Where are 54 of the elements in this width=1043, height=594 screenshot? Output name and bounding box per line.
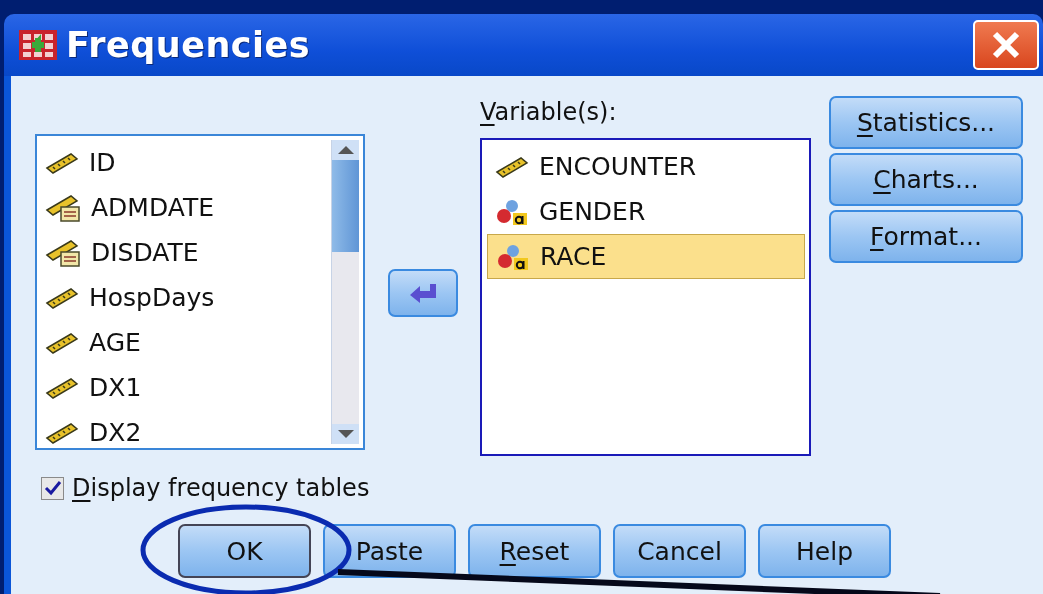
variable-item[interactable]: GENDER bbox=[487, 189, 805, 234]
dialog-button[interactable]: Reset bbox=[468, 524, 601, 578]
variable-name: DISDATE bbox=[91, 240, 199, 265]
variable-item[interactable]: RACE bbox=[487, 234, 805, 279]
ruler-calendar-icon bbox=[45, 238, 81, 267]
variable-item[interactable]: DX1 bbox=[37, 365, 327, 410]
variable-item[interactable]: DISDATE bbox=[37, 230, 327, 275]
variable-name: GENDER bbox=[539, 199, 646, 224]
variable-name: DX1 bbox=[89, 375, 142, 400]
dialog-button[interactable]: Cancel bbox=[613, 524, 746, 578]
variable-item[interactable]: ENCOUNTER bbox=[487, 144, 805, 189]
variable-name: RACE bbox=[540, 244, 607, 269]
dialog-button[interactable]: Format... bbox=[829, 210, 1023, 263]
dialog-button[interactable]: Statistics... bbox=[829, 96, 1023, 149]
variable-item[interactable]: AGE bbox=[37, 320, 327, 365]
variable-name: AGE bbox=[89, 330, 141, 355]
variable-item[interactable]: ID bbox=[37, 140, 327, 185]
ruler-icon bbox=[45, 421, 79, 444]
scrollbar[interactable] bbox=[331, 140, 359, 444]
variable-item[interactable]: ADMDATE bbox=[37, 185, 327, 230]
scroll-up-button[interactable] bbox=[332, 140, 359, 160]
left-arrow-icon bbox=[408, 282, 438, 304]
variable-name: ADMDATE bbox=[91, 195, 214, 220]
ruler-icon bbox=[495, 155, 529, 178]
checkmark-icon bbox=[43, 480, 62, 496]
ruler-icon bbox=[45, 376, 79, 399]
move-back-button[interactable] bbox=[388, 269, 458, 317]
scroll-thumb[interactable] bbox=[332, 160, 359, 252]
close-icon bbox=[991, 30, 1021, 60]
scroll-down-button[interactable] bbox=[332, 424, 359, 444]
variable-item[interactable]: HospDays bbox=[37, 275, 327, 320]
nominal-variable-icon bbox=[496, 243, 530, 270]
ruler-icon bbox=[45, 286, 79, 309]
down-arrow-icon bbox=[337, 430, 354, 438]
ruler-icon bbox=[45, 151, 79, 174]
dialog-button[interactable]: OK bbox=[178, 524, 311, 578]
checkbox-label: Display frequency tables bbox=[72, 473, 370, 504]
variables-label: Variable(s): bbox=[480, 97, 618, 128]
source-variable-list[interactable]: ID ADMDATE DISDATE HospDays AGE DX1 DX2 bbox=[35, 134, 365, 450]
ruler-icon bbox=[45, 331, 79, 354]
selected-variable-list[interactable]: ENCOUNTER GENDER RACE bbox=[480, 138, 811, 456]
variable-name: DX2 bbox=[89, 420, 142, 445]
checkbox[interactable] bbox=[41, 476, 64, 500]
data-grid-icon bbox=[18, 29, 58, 61]
variable-name: ENCOUNTER bbox=[539, 154, 697, 179]
up-arrow-icon bbox=[337, 146, 354, 154]
dialog-button[interactable]: Help bbox=[758, 524, 891, 578]
nominal-variable-icon bbox=[495, 198, 529, 225]
ruler-calendar-icon bbox=[45, 193, 81, 222]
window-title: Frequencies bbox=[66, 23, 311, 67]
variable-name: ID bbox=[89, 150, 116, 175]
dialog-button[interactable]: Charts... bbox=[829, 153, 1023, 206]
variable-name: HospDays bbox=[89, 285, 215, 310]
close-button[interactable] bbox=[973, 20, 1039, 70]
